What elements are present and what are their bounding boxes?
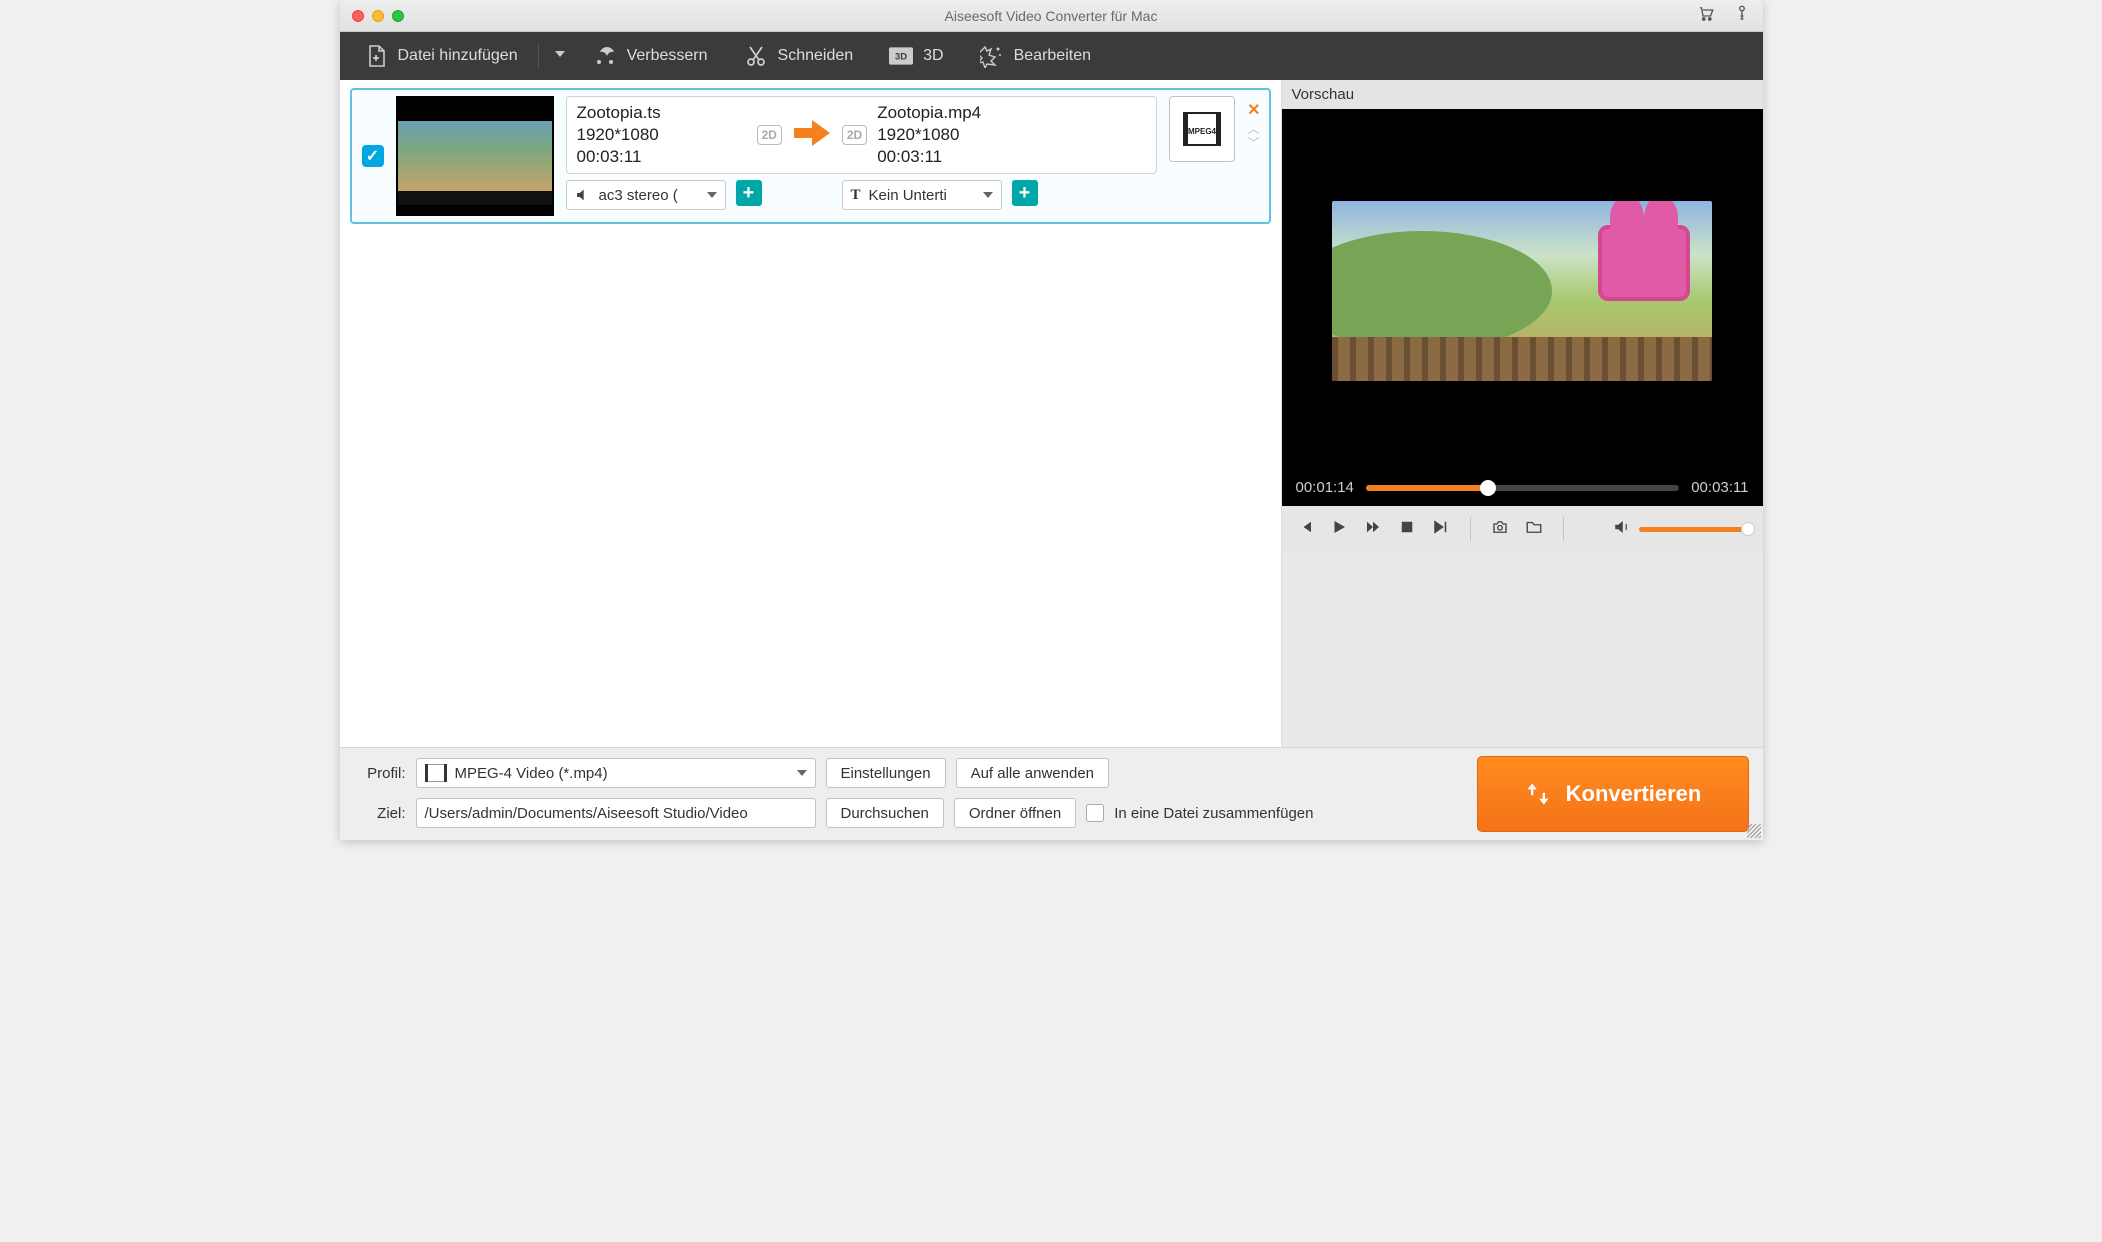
item-thumbnail[interactable] [396, 96, 554, 216]
footer: Profil: MPEG-4 Video (*.mp4) Einstellung… [340, 747, 1763, 840]
source-resolution: 1920*1080 [577, 125, 747, 145]
volume-icon[interactable] [1613, 518, 1631, 541]
resize-handle[interactable] [1747, 824, 1761, 838]
file-item[interactable]: ✓ Zootopia.ts 1920*1080 00:03:11 2D [350, 88, 1271, 224]
add-audio-button[interactable]: + [736, 180, 762, 206]
chevron-down-icon [707, 192, 717, 198]
audio-track-value: ac3 stereo ( [599, 187, 678, 204]
enhance-label: Verbessern [627, 47, 708, 65]
add-file-dropdown[interactable] [541, 32, 575, 80]
chevron-down-icon [983, 192, 993, 198]
profile-select[interactable]: MPEG-4 Video (*.mp4) [416, 758, 816, 788]
main-toolbar: Datei hinzufügen Verbessern Schneiden 3D… [340, 32, 1763, 80]
preview-panel: Vorschau 00:01:14 00:03:11 [1281, 80, 1763, 747]
convert-label: Konvertieren [1566, 781, 1702, 807]
cut-button[interactable]: Schneiden [726, 32, 872, 80]
source-2d-badge: 2D [757, 125, 782, 145]
move-down-button[interactable]: ﹀ [1248, 138, 1260, 148]
chevron-down-icon [797, 770, 807, 776]
profile-value: MPEG-4 Video (*.mp4) [455, 765, 608, 782]
cut-label: Schneiden [778, 47, 854, 65]
add-file-button[interactable]: Datei hinzufügen [346, 32, 536, 80]
destination-value: /Users/admin/Documents/Aiseesoft Studio/… [425, 805, 748, 822]
play-button[interactable] [1330, 518, 1348, 541]
target-resolution: 1920*1080 [877, 125, 1047, 145]
skip-forward-button[interactable] [1432, 518, 1450, 541]
target-filename: Zootopia.mp4 [877, 103, 1047, 123]
merge-checkbox[interactable] [1086, 804, 1104, 822]
window-title: Aiseesoft Video Converter für Mac [340, 8, 1763, 24]
destination-label: Ziel: [354, 805, 406, 822]
skip-back-button[interactable] [1296, 518, 1314, 541]
merge-label: In eine Datei zusammenfügen [1114, 805, 1313, 822]
convert-button[interactable]: Konvertieren [1477, 756, 1749, 832]
preview-video[interactable] [1282, 109, 1763, 473]
destination-field[interactable]: /Users/admin/Documents/Aiseesoft Studio/… [416, 798, 816, 828]
mpeg4-icon [425, 764, 447, 782]
move-up-button[interactable]: ︿ [1248, 124, 1260, 134]
subtitle-select[interactable]: T Kein Unterti [842, 180, 1002, 210]
convert-icon [1524, 780, 1552, 808]
arrow-right-icon [792, 118, 832, 153]
svg-text:3D: 3D [895, 50, 907, 61]
subtitle-value: Kein Unterti [869, 187, 947, 204]
edit-label: Bearbeiten [1014, 47, 1091, 65]
apply-all-button[interactable]: Auf alle anwenden [956, 758, 1109, 788]
preview-current-time: 00:01:14 [1296, 479, 1354, 496]
enhance-button[interactable]: Verbessern [575, 32, 726, 80]
item-checkbox[interactable]: ✓ [362, 145, 384, 167]
add-file-label: Datei hinzufügen [398, 47, 518, 65]
speaker-icon [575, 187, 591, 203]
volume-slider[interactable] [1639, 527, 1749, 532]
3d-button[interactable]: 3D 3D [871, 32, 961, 80]
file-info-row: Zootopia.ts 1920*1080 00:03:11 2D 2D Zoo… [566, 96, 1158, 174]
target-duration: 00:03:11 [877, 147, 1047, 167]
preview-title: Vorschau [1282, 80, 1763, 109]
preview-controls [1282, 506, 1763, 552]
stop-button[interactable] [1398, 518, 1416, 541]
add-subtitle-button[interactable]: + [1012, 180, 1038, 206]
chevron-down-icon [555, 51, 565, 61]
app-window: Aiseesoft Video Converter für Mac Datei … [340, 0, 1763, 840]
file-list: ✓ Zootopia.ts 1920*1080 00:03:11 2D [340, 80, 1281, 747]
open-snapshot-folder-button[interactable] [1525, 518, 1543, 541]
source-duration: 00:03:11 [577, 147, 747, 167]
source-info: Zootopia.ts 1920*1080 00:03:11 [577, 103, 747, 167]
source-filename: Zootopia.ts [577, 103, 747, 123]
settings-button[interactable]: Einstellungen [826, 758, 946, 788]
edit-button[interactable]: Bearbeiten [962, 32, 1109, 80]
target-2d-badge: 2D [842, 125, 867, 145]
remove-item-button[interactable]: ✕ [1247, 100, 1260, 120]
fast-forward-button[interactable] [1364, 518, 1382, 541]
text-icon: T [851, 187, 861, 204]
titlebar: Aiseesoft Video Converter für Mac [340, 0, 1763, 32]
profile-label: Profil: [354, 765, 406, 782]
browse-button[interactable]: Durchsuchen [826, 798, 944, 828]
snapshot-button[interactable] [1491, 518, 1509, 541]
seek-slider[interactable] [1366, 485, 1679, 491]
preview-total-time: 00:03:11 [1691, 479, 1748, 496]
target-info: Zootopia.mp4 1920*1080 00:03:11 [877, 103, 1047, 167]
open-folder-button[interactable]: Ordner öffnen [954, 798, 1076, 828]
audio-track-select[interactable]: ac3 stereo ( [566, 180, 726, 210]
svg-text:MPEG4: MPEG4 [1188, 127, 1217, 136]
output-format-button[interactable]: MPEG4 [1169, 96, 1235, 162]
3d-label: 3D [923, 47, 943, 65]
